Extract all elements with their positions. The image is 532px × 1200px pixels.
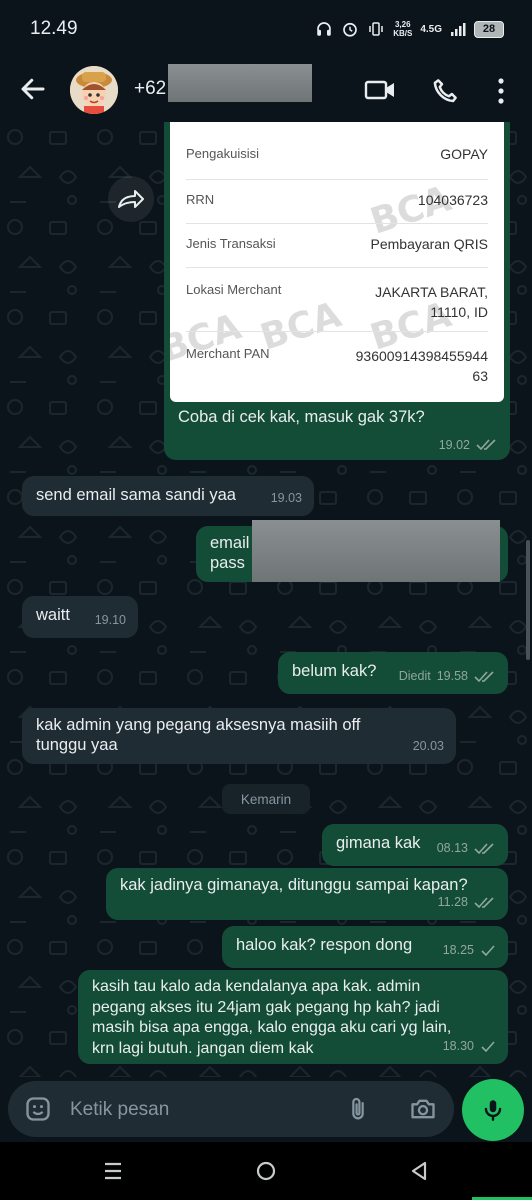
message-time: 18.25 bbox=[442, 943, 474, 957]
receipt-value: 93600914398455944 63 bbox=[355, 348, 488, 384]
redacted-contact-number bbox=[168, 64, 312, 102]
composer-bar: Ketik pesan bbox=[0, 1077, 532, 1142]
message-meta: 20.03 bbox=[413, 736, 444, 757]
emoji-icon[interactable] bbox=[24, 1095, 52, 1123]
message-bubble-in[interactable]: send email sama sandi yaa 19.03 bbox=[22, 476, 314, 516]
headphones-icon bbox=[317, 22, 332, 36]
receipt-row: Merchant PAN 93600914398455944 63 bbox=[186, 332, 488, 394]
status-icons: 3,26 KB/S 4.5G 28 bbox=[315, 20, 504, 38]
network-type: 4.5G bbox=[420, 23, 442, 35]
message-bubble-out[interactable]: belum kak? Diedit 19.58 bbox=[278, 652, 508, 694]
message-bubble-out[interactable]: kak jadinya gimanaya, ditunggu sampai ka… bbox=[106, 868, 508, 920]
receipt-label: Lokasi Merchant bbox=[186, 282, 282, 297]
message-text: send email sama sandi yaa bbox=[36, 486, 236, 504]
system-nav-bar bbox=[0, 1142, 532, 1200]
double-check-icon bbox=[474, 670, 494, 682]
message-bubble-out[interactable]: kasih tau kalo ada kendalanya apa kak. a… bbox=[78, 970, 508, 1064]
message-bubble-in[interactable]: waitt 19.10 bbox=[22, 596, 138, 638]
camera-icon[interactable] bbox=[408, 1095, 438, 1123]
message-meta: Diedit 19.58 bbox=[399, 666, 496, 687]
message-time: 19.10 bbox=[94, 613, 126, 627]
scrollbar[interactable] bbox=[526, 540, 530, 660]
message-meta: 08.13 bbox=[437, 838, 496, 859]
message-time: 11.28 bbox=[437, 895, 468, 909]
net-speed: 3,26 KB/S bbox=[393, 20, 413, 38]
message-bubble-in[interactable]: kak admin yang pegang aksesnya masiih of… bbox=[22, 708, 456, 764]
message-text: haloo kak? respon dong bbox=[236, 936, 413, 954]
status-time: 12.49 bbox=[30, 18, 78, 39]
message-meta: 19.02 bbox=[439, 438, 498, 452]
double-check-icon bbox=[476, 439, 496, 451]
video-call-icon[interactable] bbox=[364, 76, 396, 104]
battery-indicator: 28 bbox=[474, 20, 504, 38]
message-bubble-out[interactable]: email pass bbox=[196, 520, 508, 582]
receipt-value: 104036723 bbox=[417, 192, 488, 208]
forward-icon bbox=[118, 190, 144, 208]
message-time: 19.02 bbox=[438, 438, 470, 452]
message-meta: 11.28 bbox=[438, 892, 496, 913]
message-time: 19.03 bbox=[270, 491, 302, 505]
message-time: 20.03 bbox=[412, 739, 444, 753]
nav-back-icon[interactable] bbox=[408, 1160, 430, 1182]
signal-icon bbox=[451, 23, 466, 36]
receipt-row: Jenis Transaksi Pembayaran QRIS bbox=[186, 224, 488, 268]
receipt-row: Pengakuisisi GOPAY bbox=[186, 136, 488, 180]
message-text: belum kak? bbox=[292, 662, 377, 680]
receipt-value: Pembayaran QRIS bbox=[370, 236, 489, 252]
chat-header: +62 bbox=[0, 58, 532, 122]
message-text: Coba di cek kak, masuk gak 37k? bbox=[178, 408, 425, 426]
message-text: gimana kak bbox=[336, 834, 421, 852]
status-bar: 12.49 3,26 KB/S 4.5G 28 bbox=[0, 0, 532, 58]
back-arrow-icon[interactable] bbox=[18, 74, 48, 104]
receipt-label: Jenis Transaksi bbox=[186, 236, 276, 251]
receipt-value: GOPAY bbox=[440, 146, 488, 162]
message-text: kasih tau kalo ada kendalanya apa kak. a… bbox=[92, 978, 452, 1057]
vibrate-icon bbox=[369, 22, 383, 36]
redacted-credentials bbox=[252, 520, 500, 582]
edited-label: Diedit bbox=[398, 669, 431, 683]
message-meta: 18.30 bbox=[443, 1036, 496, 1057]
message-time: 19.58 bbox=[436, 669, 468, 683]
chat-area[interactable]: BCA BCA BCA BCA Pengakuisisi GOPAY RRN 1… bbox=[0, 122, 532, 1077]
forward-button[interactable] bbox=[108, 176, 154, 222]
nav-recents-icon[interactable] bbox=[102, 1160, 124, 1182]
receipt-label: Merchant PAN bbox=[186, 346, 270, 361]
single-check-icon bbox=[481, 1040, 495, 1052]
alarm-icon bbox=[343, 22, 358, 37]
message-bubble-out[interactable]: haloo kak? respon dong 18.25 bbox=[222, 926, 508, 968]
message-time: 08.13 bbox=[436, 841, 468, 855]
receipt-row: Lokasi Merchant JAKARTA BARAT, 11110, ID bbox=[186, 268, 488, 332]
message-meta: 18.25 bbox=[443, 940, 496, 961]
phone-icon[interactable] bbox=[430, 76, 460, 106]
receipt-image[interactable]: BCA BCA BCA BCA Pengakuisisi GOPAY RRN 1… bbox=[170, 122, 504, 402]
message-text: kak admin yang pegang aksesnya masiih of… bbox=[36, 716, 361, 754]
message-time: 18.30 bbox=[442, 1039, 474, 1053]
nav-home-icon[interactable] bbox=[255, 1160, 277, 1182]
message-text: email pass bbox=[210, 534, 250, 572]
voice-record-button[interactable] bbox=[462, 1079, 524, 1141]
attach-icon[interactable] bbox=[344, 1094, 372, 1124]
message-text: kak jadinya gimanaya, ditunggu sampai ka… bbox=[120, 876, 468, 894]
message-input-placeholder: Ketik pesan bbox=[70, 1099, 170, 1120]
avatar[interactable] bbox=[70, 66, 118, 114]
avatar-cartoon-icon bbox=[70, 66, 118, 114]
mic-icon bbox=[484, 1100, 502, 1121]
double-check-icon bbox=[474, 842, 494, 854]
single-check-icon bbox=[481, 944, 495, 956]
message-meta: 19.10 bbox=[95, 610, 126, 631]
receipt-label: Pengakuisisi bbox=[186, 146, 259, 161]
message-input[interactable]: Ketik pesan bbox=[8, 1081, 454, 1137]
date-separator: Kemarin bbox=[222, 784, 310, 814]
more-options-icon[interactable] bbox=[494, 76, 508, 106]
message-text: waitt bbox=[36, 606, 70, 624]
receipt-label: RRN bbox=[186, 192, 215, 207]
receipt-row: RRN 104036723 bbox=[186, 180, 488, 224]
double-check-icon bbox=[474, 896, 494, 908]
message-meta: 19.03 bbox=[271, 488, 302, 509]
message-bubble-out[interactable]: gimana kak 08.13 bbox=[322, 824, 508, 866]
contact-name[interactable]: +62 bbox=[134, 78, 166, 100]
receipt-value: JAKARTA BARAT, 11110, ID bbox=[375, 284, 488, 320]
